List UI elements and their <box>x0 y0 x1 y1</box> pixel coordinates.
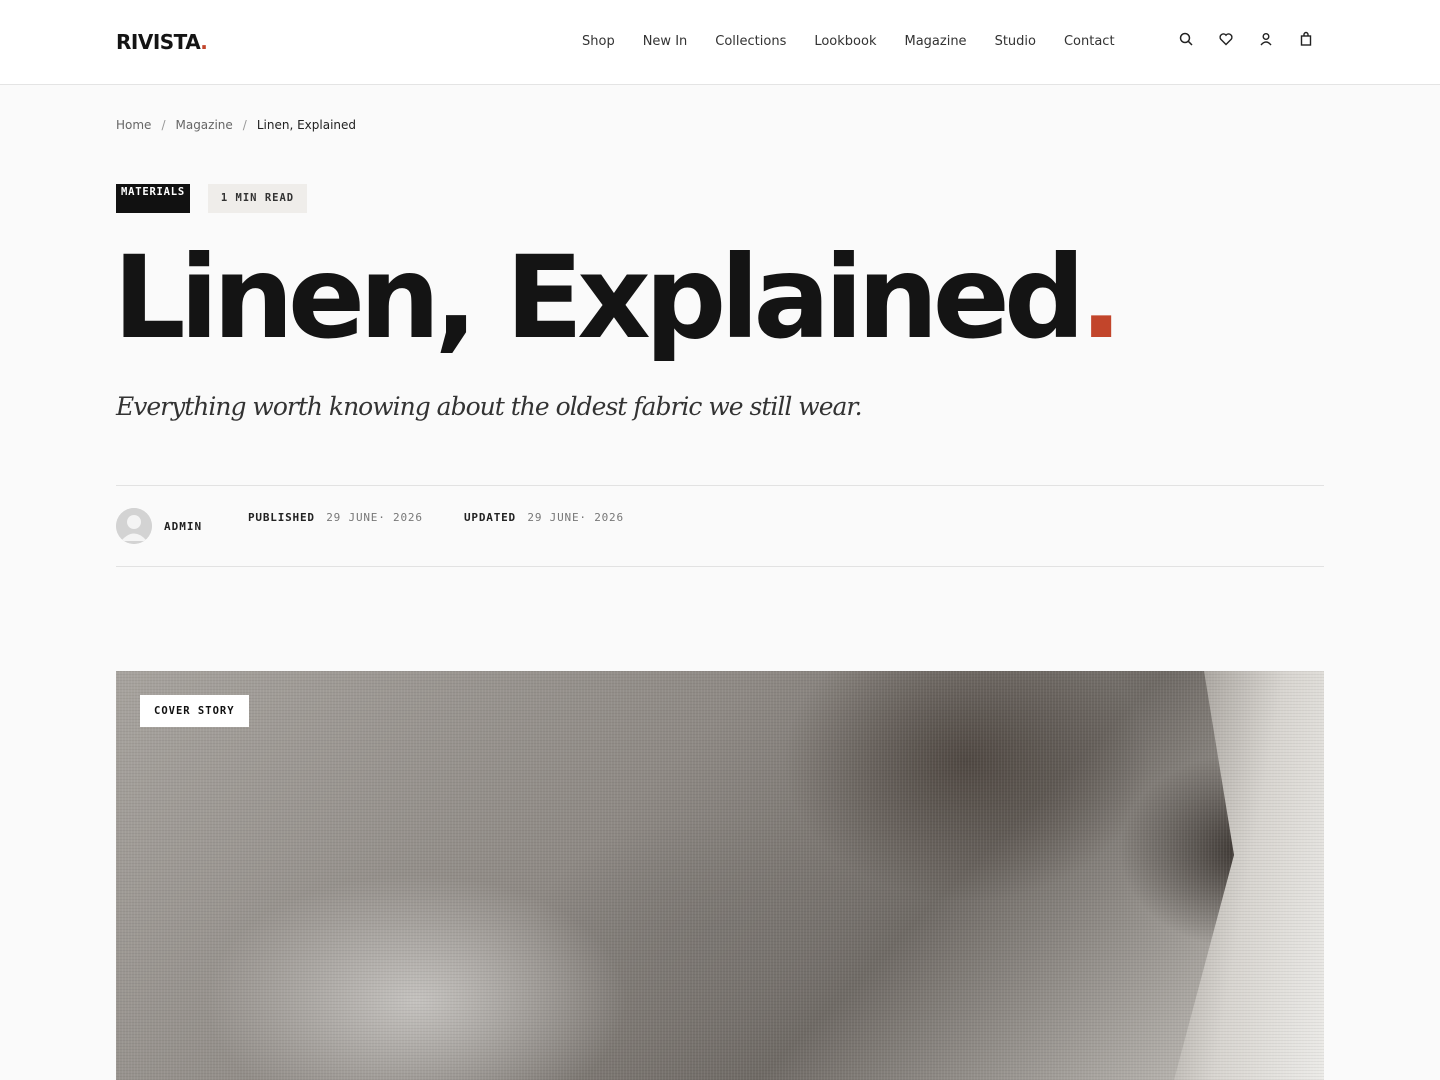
heart-icon[interactable] <box>1218 31 1236 49</box>
breadcrumb: Home / Magazine / Linen, Explained <box>116 118 356 132</box>
page-title: Linen, Explained. <box>113 230 1123 367</box>
nav-shop[interactable]: Shop <box>582 34 615 49</box>
nav-lookbook[interactable]: Lookbook <box>814 34 876 49</box>
header-icons <box>1178 31 1316 49</box>
breadcrumb-separator: / <box>242 118 247 132</box>
updated-date: UPDATED 29 JUNE· 2026 <box>464 511 624 524</box>
published-value: 29 JUNE· 2026 <box>326 511 423 524</box>
published-date: PUBLISHED 29 JUNE· 2026 <box>248 511 423 524</box>
article-tags: MATERIALS 1 MIN READ <box>116 184 307 213</box>
bag-icon[interactable] <box>1298 31 1316 49</box>
title-text: Linen, Explained <box>113 231 1086 364</box>
updated-value: 29 JUNE· 2026 <box>527 511 624 524</box>
category-tag[interactable]: MATERIALS <box>116 184 190 213</box>
main-nav: Shop New In Collections Lookbook Magazin… <box>582 34 1143 49</box>
title-dot: . <box>1079 231 1123 364</box>
fabric-fold <box>1174 671 1324 1080</box>
read-time-badge: 1 MIN READ <box>208 184 307 213</box>
breadcrumb-separator: / <box>161 118 166 132</box>
nav-collections[interactable]: Collections <box>715 34 786 49</box>
article-meta: ADMIN PUBLISHED 29 JUNE· 2026 UPDATED 29… <box>116 485 1324 567</box>
logo[interactable]: RIVISTA. <box>116 30 208 54</box>
article-subtitle: Everything worth knowing about the oldes… <box>116 392 863 421</box>
nav-contact[interactable]: Contact <box>1064 34 1115 49</box>
breadcrumb-home[interactable]: Home <box>116 118 151 132</box>
logo-dot: . <box>200 30 208 54</box>
user-icon[interactable] <box>1258 31 1276 49</box>
avatar <box>116 508 152 544</box>
updated-label: UPDATED <box>464 511 516 524</box>
site-header: RIVISTA. Shop New In Collections Lookboo… <box>0 0 1440 85</box>
nav-studio[interactable]: Studio <box>995 34 1036 49</box>
breadcrumb-magazine[interactable]: Magazine <box>175 118 232 132</box>
cover-story-label: COVER STORY <box>140 695 249 727</box>
nav-new-in[interactable]: New In <box>643 34 688 49</box>
search-icon[interactable] <box>1178 31 1196 49</box>
author-name[interactable]: ADMIN <box>164 520 202 533</box>
cover-image: COVER STORY <box>116 671 1324 1080</box>
nav-magazine[interactable]: Magazine <box>904 34 966 49</box>
breadcrumb-current: Linen, Explained <box>256 118 357 132</box>
logo-text: RIVISTA <box>116 30 201 54</box>
published-label: PUBLISHED <box>248 511 315 524</box>
